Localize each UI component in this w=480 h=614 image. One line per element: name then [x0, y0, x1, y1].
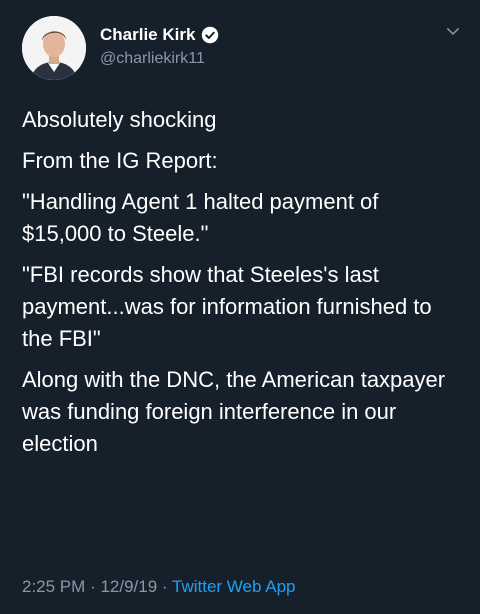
tweet-footer: 2:25 PM · 12/9/19 · Twitter Web App: [22, 576, 295, 598]
footer-separator: ·: [90, 577, 96, 596]
display-name-row: Charlie Kirk: [100, 24, 219, 46]
tweet-paragraph: Absolutely shocking: [22, 107, 217, 132]
tweet-paragraph: From the IG Report:: [22, 148, 218, 173]
chevron-down-icon[interactable]: [444, 22, 462, 40]
tweet-paragraph: "Handling Agent 1 halted payment of $15,…: [22, 189, 379, 246]
author-names: Charlie Kirk @charliekirk11: [100, 24, 219, 70]
user-handle[interactable]: @charliekirk11: [100, 48, 219, 70]
display-name[interactable]: Charlie Kirk: [100, 24, 195, 46]
verified-badge-icon: [202, 26, 219, 44]
tweet-paragraph: Along with the DNC, the American taxpaye…: [22, 367, 446, 456]
tweet-source-link[interactable]: Twitter Web App: [172, 577, 295, 596]
tweet-time[interactable]: 2:25 PM: [22, 577, 85, 596]
footer-separator: ·: [161, 577, 168, 596]
tweet-card: Charlie Kirk @charliekirk11 Absolutely s…: [0, 0, 480, 614]
tweet-paragraph: "FBI records show that Steeles's last pa…: [22, 262, 432, 351]
tweet-header: Charlie Kirk @charliekirk11: [22, 16, 462, 80]
avatar-image: [22, 16, 86, 80]
tweet-text: Absolutely shocking From the IG Report: …: [22, 104, 462, 469]
avatar[interactable]: [22, 16, 86, 80]
tweet-date[interactable]: 12/9/19: [100, 577, 157, 596]
